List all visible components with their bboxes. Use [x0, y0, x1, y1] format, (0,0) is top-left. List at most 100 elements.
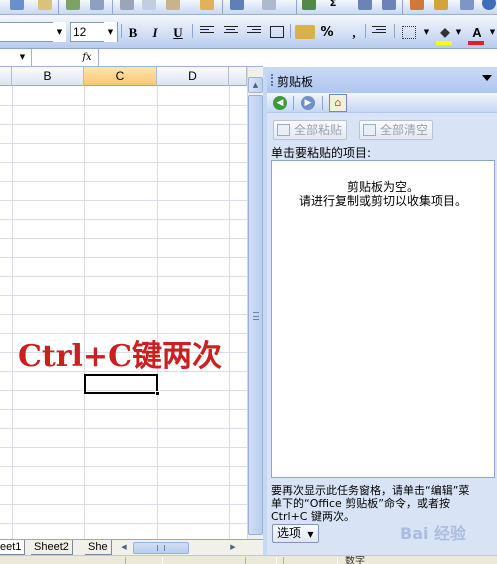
borders-dropdown-icon[interactable]: ▼ — [420, 22, 433, 42]
toolbar-separator — [394, 24, 395, 38]
gridline-vertical — [84, 86, 85, 539]
align-right-icon[interactable] — [247, 26, 261, 38]
column-header-c[interactable]: C — [84, 67, 157, 86]
borders-icon[interactable] — [402, 26, 416, 39]
status-cell — [283, 557, 338, 564]
column-header-e-partial[interactable] — [229, 67, 247, 86]
paste-all-button[interactable]: 全部粘贴 — [273, 120, 348, 140]
gridline-horizontal — [0, 485, 247, 486]
fill-handle[interactable] — [155, 391, 160, 396]
copy-icon[interactable] — [142, 0, 156, 10]
cut-icon[interactable] — [120, 0, 134, 10]
font-size-dropdown-icon[interactable]: ▼ — [104, 22, 117, 42]
task-pane-menu-icon[interactable] — [482, 75, 492, 81]
sheet-tab-2[interactable]: Sheet2 — [31, 540, 73, 555]
back-icon[interactable]: ◀ — [273, 96, 287, 110]
fill-color-swatch — [436, 41, 452, 45]
align-left-icon[interactable] — [200, 26, 214, 38]
watermark-logo: Bai 经验 — [400, 524, 467, 543]
status-bar: 数字 — [0, 555, 497, 564]
toolbar-separator — [192, 24, 193, 38]
insert-function-button[interactable]: fx — [78, 50, 96, 65]
formatting-toolbar: ▼ 12 ▼ B I U % , ▼ ◆ ▼ A ▼ — [0, 15, 497, 49]
chart-wizard-icon[interactable] — [410, 0, 424, 10]
redo-icon[interactable] — [262, 0, 276, 10]
paste-icon[interactable] — [166, 0, 180, 10]
font-name-dropdown-icon[interactable]: ▼ — [53, 22, 66, 42]
merge-center-icon[interactable] — [270, 26, 284, 38]
home-icon[interactable]: ⌂ — [329, 94, 347, 112]
toolbar-separator — [121, 24, 122, 38]
italic-button[interactable]: I — [146, 24, 164, 41]
clear-all-icon — [363, 124, 376, 136]
scroll-right-icon[interactable]: ▶ — [228, 541, 238, 554]
gridline-horizontal — [0, 219, 247, 220]
underline-button[interactable]: U — [169, 24, 187, 41]
font-color-dropdown-icon[interactable]: ▼ — [486, 22, 497, 42]
clipboard-empty-hint: 请进行复制或剪切以收集项目。 — [298, 194, 467, 208]
scroll-left-icon[interactable]: ◀ — [119, 541, 129, 554]
spelling-icon[interactable] — [66, 0, 80, 10]
drag-grip-icon[interactable] — [271, 74, 273, 86]
undo-icon[interactable] — [230, 0, 244, 10]
name-box-dropdown-icon[interactable]: ▼ — [16, 49, 29, 66]
percent-button[interactable]: % — [318, 24, 336, 41]
toolbar-separator — [58, 0, 59, 14]
save-icon[interactable] — [10, 0, 24, 10]
annotation-text: Ctrl+C键两次 — [18, 339, 222, 374]
increase-indent-icon[interactable] — [372, 26, 386, 38]
gridline-vertical — [157, 86, 158, 539]
print-preview-icon[interactable] — [38, 0, 52, 10]
autosum-icon[interactable]: Σ — [326, 0, 340, 11]
gridline-horizontal — [0, 314, 247, 315]
task-pane-nav: ◀ ▶ ⌂ — [267, 93, 497, 113]
clipboard-items-list[interactable]: 剪贴板为空。 请进行复制或剪切以收集项目。 — [271, 160, 495, 478]
sort-ascending-icon[interactable] — [358, 0, 372, 10]
format-painter-icon[interactable] — [200, 0, 214, 10]
column-header-b[interactable]: B — [12, 67, 84, 86]
forward-icon[interactable]: ▶ — [301, 96, 315, 110]
fill-color-dropdown-icon[interactable]: ▼ — [452, 22, 465, 42]
formula-bar: ▼ fx — [0, 49, 263, 67]
scroll-up-button[interactable]: ▲ — [248, 77, 263, 93]
bold-button[interactable]: B — [124, 24, 142, 41]
gridline-horizontal — [0, 257, 247, 258]
gridline-horizontal — [0, 124, 247, 125]
nav-separator — [322, 96, 323, 110]
currency-icon[interactable] — [295, 25, 315, 39]
gridline-vertical — [229, 86, 230, 539]
sort-descending-icon[interactable] — [382, 0, 396, 10]
comma-style-button[interactable]: , — [345, 24, 363, 41]
paste-all-icon — [277, 124, 290, 136]
column-header-d[interactable]: D — [157, 67, 229, 86]
worksheet-grid[interactable]: B C D Ctrl+C键两次 — [0, 67, 247, 539]
toolbar-separator — [296, 0, 297, 14]
horizontal-scroll-thumb[interactable] — [133, 542, 189, 554]
sheet-tab-1[interactable]: eet1 — [0, 540, 26, 555]
sheet-tab-3[interactable]: She — [85, 540, 112, 555]
toolbar-separator — [402, 0, 403, 14]
active-cell[interactable] — [84, 374, 160, 396]
vertical-scrollbar[interactable]: ▲ — [247, 67, 263, 539]
formula-input[interactable] — [98, 49, 263, 66]
column-header-partial[interactable] — [0, 67, 12, 86]
font-color-button[interactable]: A — [468, 24, 486, 41]
clear-all-button[interactable]: 全部清空 — [359, 120, 434, 140]
toolbar-separator — [365, 24, 366, 38]
status-cell — [245, 557, 277, 564]
research-icon[interactable] — [90, 0, 104, 10]
gridline-horizontal — [0, 504, 247, 505]
gridline-horizontal — [0, 409, 247, 410]
gridline-horizontal — [0, 143, 247, 144]
align-center-icon[interactable] — [224, 26, 238, 38]
nav-separator — [293, 96, 294, 110]
num-lock-indicator: 数字 — [345, 556, 365, 564]
drawing-icon[interactable] — [434, 0, 448, 10]
help-icon[interactable] — [482, 0, 496, 10]
vertical-scroll-thumb[interactable] — [248, 95, 263, 535]
hyperlink-icon[interactable] — [302, 0, 316, 10]
toolbar-separator — [290, 24, 291, 38]
options-button[interactable]: 选项 ▼ — [272, 524, 319, 543]
zoom-icon[interactable] — [460, 0, 474, 10]
task-pane-title: 剪贴板 — [277, 75, 314, 89]
